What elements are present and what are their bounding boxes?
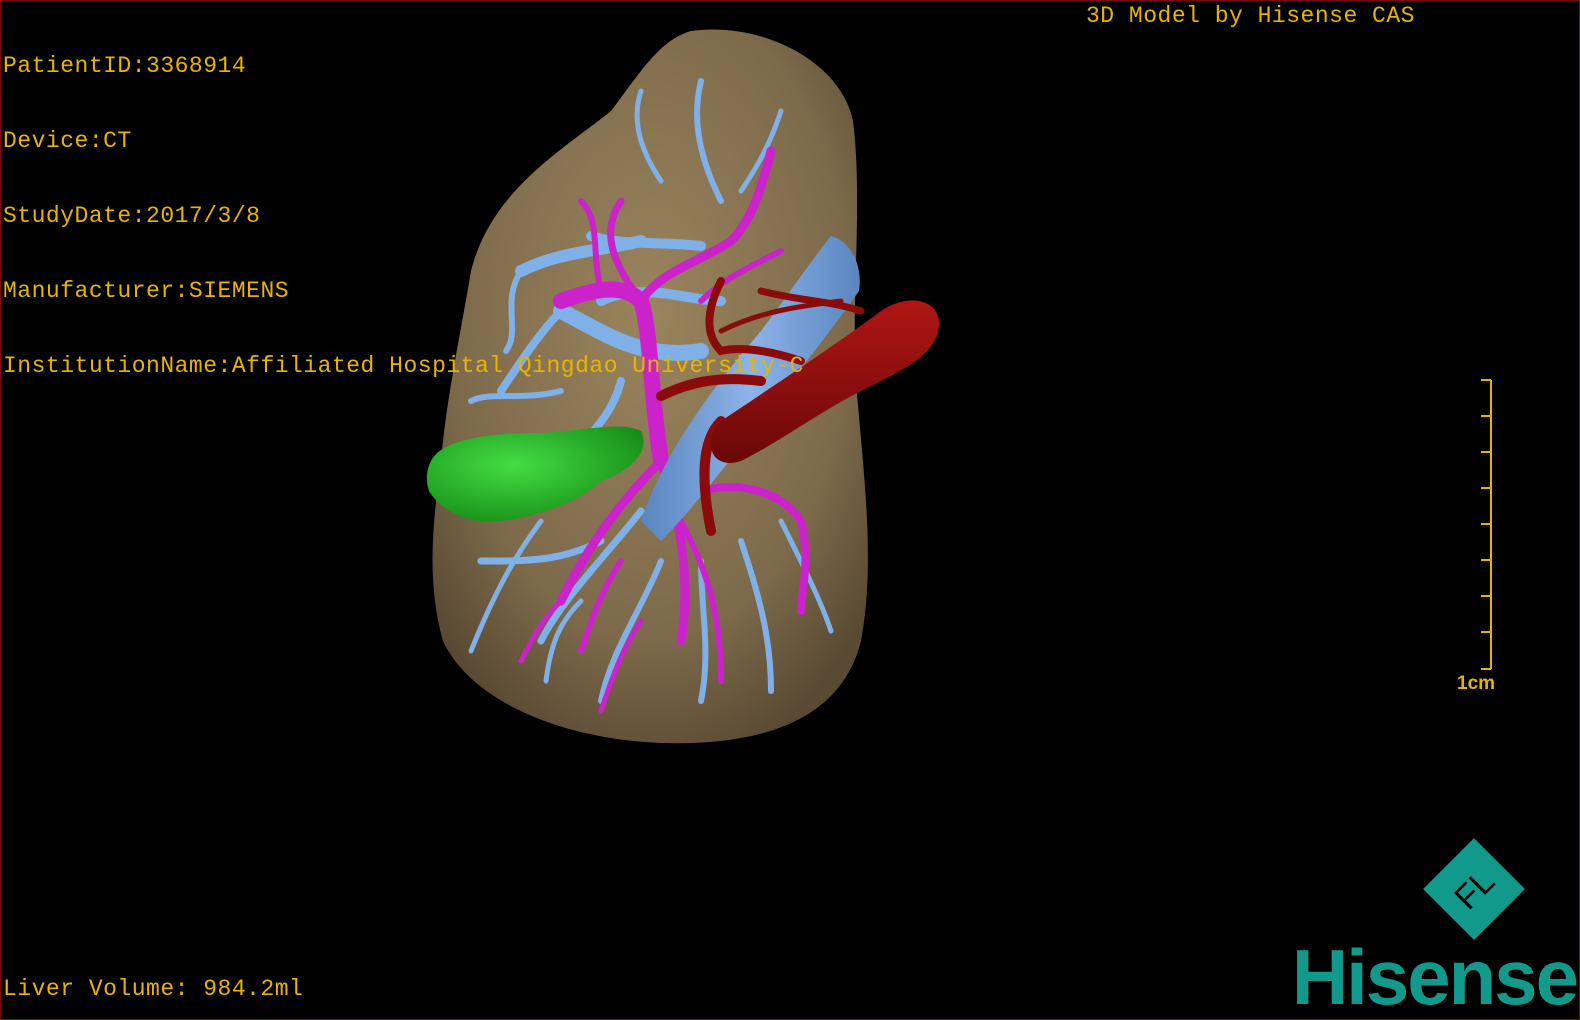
model-credit-label: 3D Model by Hisense CAS <box>1086 3 1415 29</box>
scale-bar <box>1481 379 1492 670</box>
liver-volume-label: Liver Volume: 984.2ml <box>3 976 304 1002</box>
device-label: Device:CT <box>3 128 132 154</box>
hisense-logo: FL Hisense <box>1237 837 1579 1020</box>
institution-label: InstitutionName:Affiliated Hospital Qing… <box>3 353 804 379</box>
manufacturer-label: Manufacturer:SIEMENS <box>3 278 290 304</box>
scale-unit-label: 1cm <box>1457 673 1496 694</box>
patient-id-label: PatientID:3368914 <box>3 53 247 79</box>
fl-emblem-icon: FL <box>1423 838 1525 940</box>
patient-info-overlay: PatientID:3368914 Device:CT StudyDate:20… <box>3 4 804 429</box>
3d-viewport[interactable]: PatientID:3368914 Device:CT StudyDate:20… <box>0 0 1580 1020</box>
study-date-label: StudyDate:2017/3/8 <box>3 203 261 229</box>
hisense-wordmark: Hisense <box>1291 933 1579 1020</box>
